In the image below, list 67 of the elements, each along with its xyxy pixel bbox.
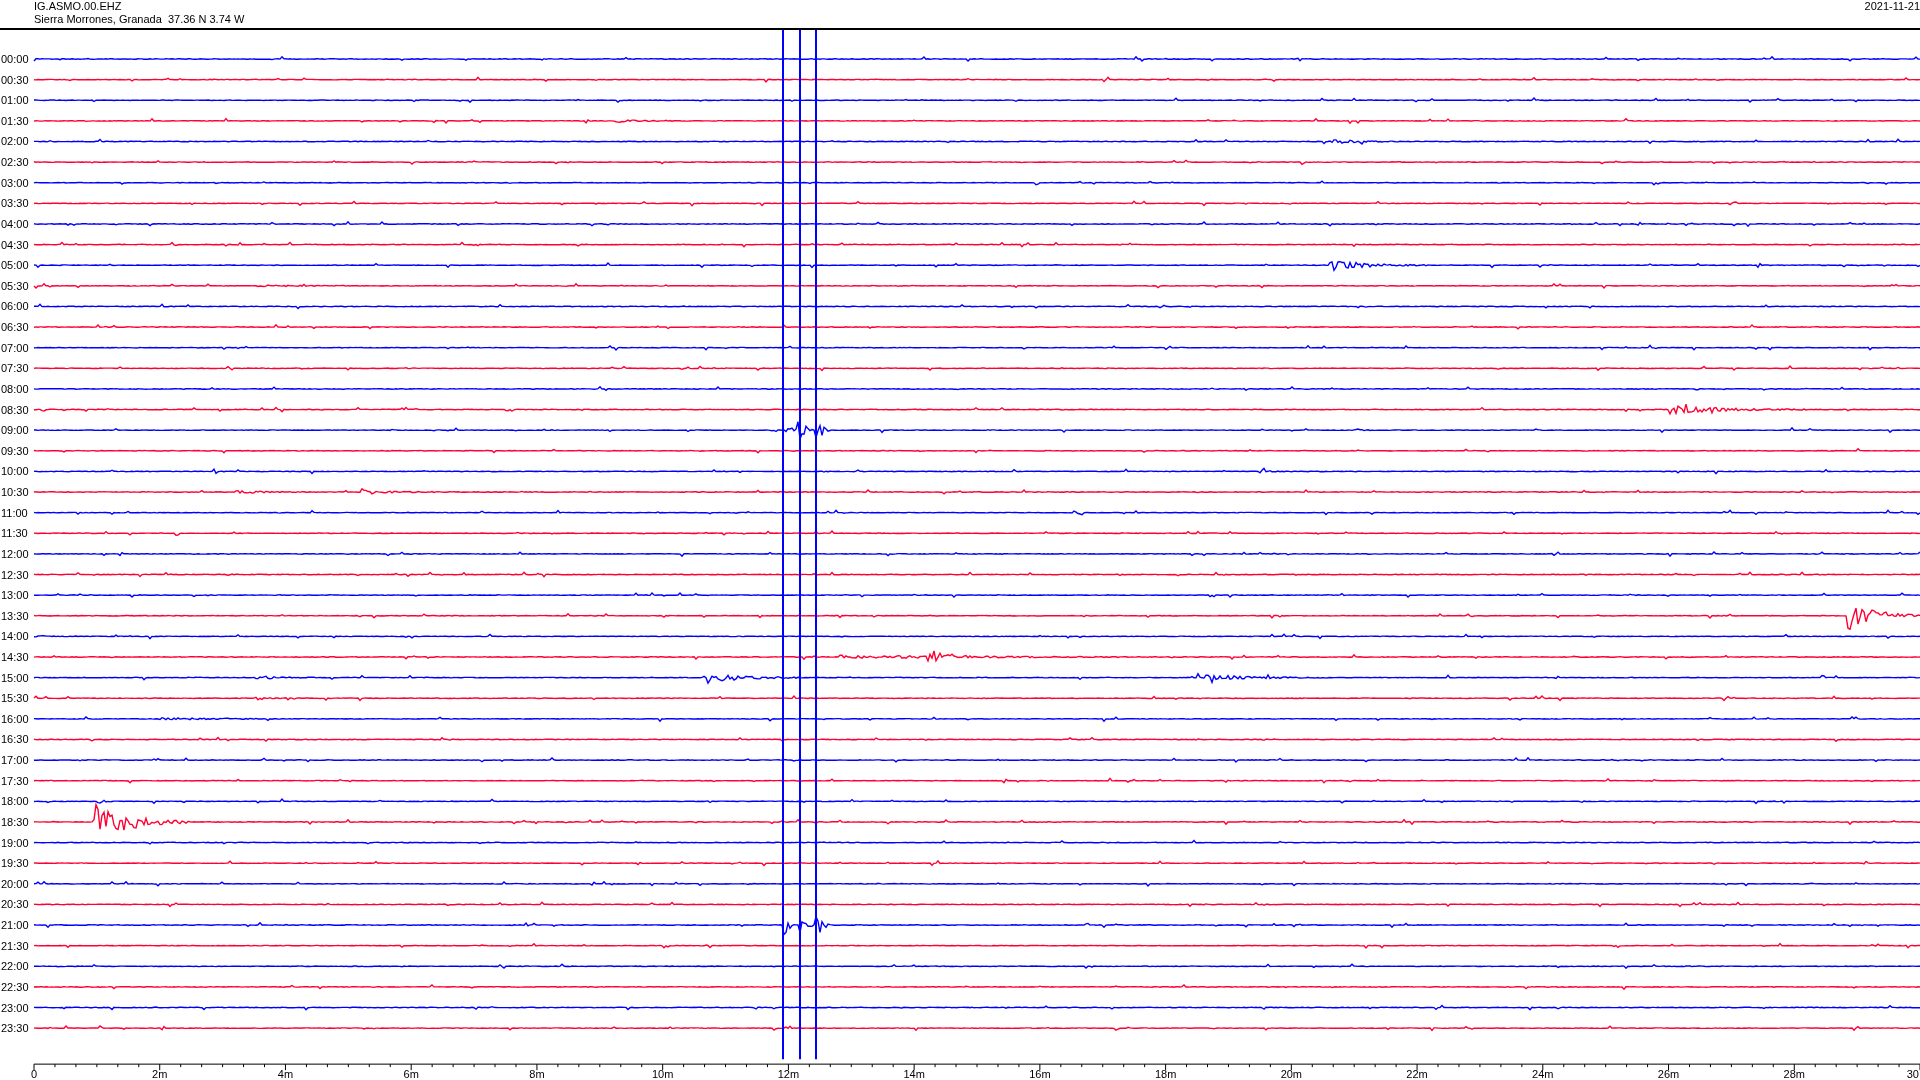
time-label: 15:00 — [1, 671, 29, 684]
time-label: 01:00 — [1, 94, 29, 107]
time-label: 22:00 — [1, 960, 29, 973]
axis-tick-label: 20m — [1280, 1068, 1303, 1080]
axis-tick-label: 26m — [1657, 1068, 1680, 1080]
time-label: 07:30 — [1, 362, 29, 375]
station-code: IG.ASMO.00.EHZ — [34, 0, 123, 13]
axis-tick-label: 4m — [277, 1068, 294, 1080]
time-label: 00:00 — [1, 53, 29, 65]
station-location: Sierra Morrones, Granada 37.36 N 3.74 W — [34, 13, 245, 26]
axis-tick-label: 2m — [152, 1068, 168, 1080]
time-label: 12:30 — [1, 568, 29, 581]
time-label: 16:00 — [1, 712, 29, 725]
time-label: 13:00 — [1, 589, 29, 602]
time-label: 18:00 — [1, 795, 29, 808]
time-label: 07:00 — [1, 341, 29, 354]
axis-tick-label: 24m — [1532, 1068, 1554, 1080]
time-label: 06:00 — [1, 300, 29, 313]
time-label: 16:30 — [1, 733, 29, 746]
time-label: 03:30 — [1, 197, 29, 210]
axis-tick-label: 28m — [1783, 1068, 1805, 1080]
time-label: 03:00 — [1, 176, 29, 189]
time-label: 20:30 — [1, 898, 29, 911]
time-label: 13:30 — [1, 609, 29, 622]
axis-tick-label: 6m — [403, 1068, 419, 1080]
time-label: 14:30 — [1, 651, 29, 663]
time-label: 21:30 — [1, 939, 29, 952]
time-label: 19:00 — [1, 836, 29, 849]
time-label: 23:00 — [1, 1001, 29, 1014]
time-label: 20:00 — [1, 877, 29, 890]
time-label: 11:30 — [1, 527, 28, 540]
time-label: 21:00 — [1, 919, 29, 932]
axis-tick-label: 12m — [777, 1068, 800, 1080]
time-label: 10:30 — [1, 486, 29, 498]
time-label: 10:00 — [1, 465, 29, 478]
axis-tick-label: 14m — [903, 1068, 925, 1080]
time-label: 08:00 — [1, 382, 29, 395]
axis-tick-label: 8m — [529, 1068, 545, 1080]
time-label: 18:30 — [1, 815, 29, 828]
time-label: 02:00 — [1, 135, 29, 148]
time-label: 14:00 — [1, 630, 29, 643]
time-label: 09:30 — [1, 444, 29, 457]
time-label: 11:00 — [1, 506, 28, 519]
time-label: 02:30 — [1, 156, 29, 169]
time-label: 12:00 — [1, 547, 29, 560]
time-label: 04:00 — [1, 217, 29, 230]
time-label: 17:30 — [1, 774, 29, 787]
time-label: 09:00 — [1, 424, 29, 437]
time-label: 04:30 — [1, 238, 29, 251]
time-label: 08:30 — [1, 403, 29, 416]
axis-tick-label: 22m — [1406, 1068, 1428, 1080]
axis-tick-label: 18m — [1154, 1068, 1177, 1080]
time-label: 23:30 — [1, 1022, 29, 1035]
axis-tick-label: 10m — [651, 1068, 674, 1080]
axis-tick-label: 0 — [30, 1068, 38, 1080]
date-label: 2021-11-21 — [1864, 0, 1920, 13]
axis-tick-label: 16m — [1029, 1068, 1051, 1080]
time-label: 19:30 — [1, 857, 29, 870]
time-label: 01:30 — [1, 114, 29, 127]
time-label: 22:30 — [1, 980, 29, 993]
axis-tick-label: 30 — [1906, 1068, 1919, 1080]
time-label: 00:30 — [1, 73, 29, 86]
time-label: 15:30 — [1, 692, 29, 705]
time-label: 06:30 — [1, 321, 29, 334]
time-label: 05:30 — [1, 279, 29, 292]
time-label: 05:00 — [1, 259, 29, 272]
time-label: 17:00 — [1, 754, 29, 767]
